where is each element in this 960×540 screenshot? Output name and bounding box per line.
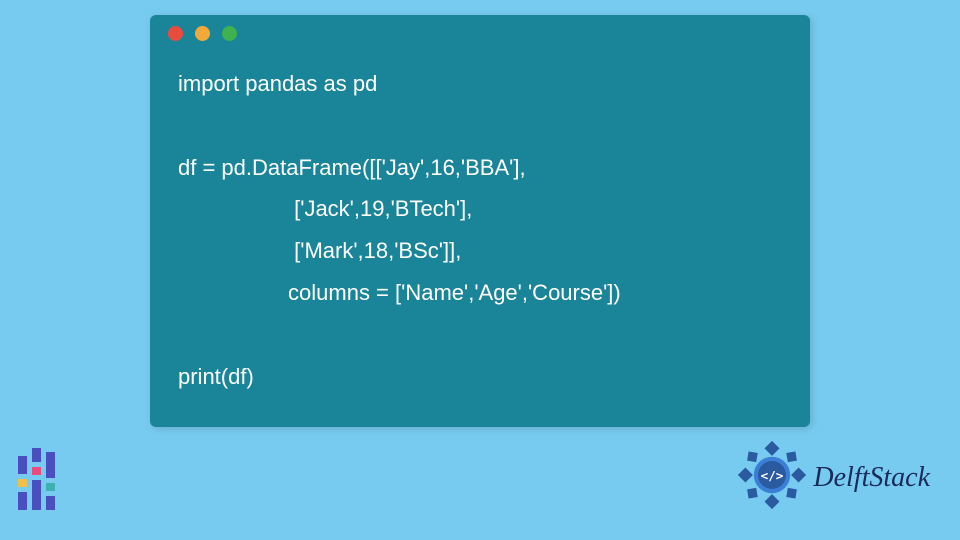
left-logo-icon [18, 448, 55, 510]
code-window: import pandas as pd df = pd.DataFrame([[… [150, 15, 810, 427]
maximize-icon [222, 26, 237, 41]
svg-text:</>: </> [761, 468, 784, 483]
minimize-icon [195, 26, 210, 41]
brand-mark-icon: </> [737, 440, 807, 515]
brand-logo: </> DelftStack [737, 440, 930, 515]
close-icon [168, 26, 183, 41]
window-titlebar [150, 15, 810, 51]
code-block: import pandas as pd df = pd.DataFrame([[… [150, 51, 810, 427]
brand-name: DelftStack [813, 462, 930, 494]
